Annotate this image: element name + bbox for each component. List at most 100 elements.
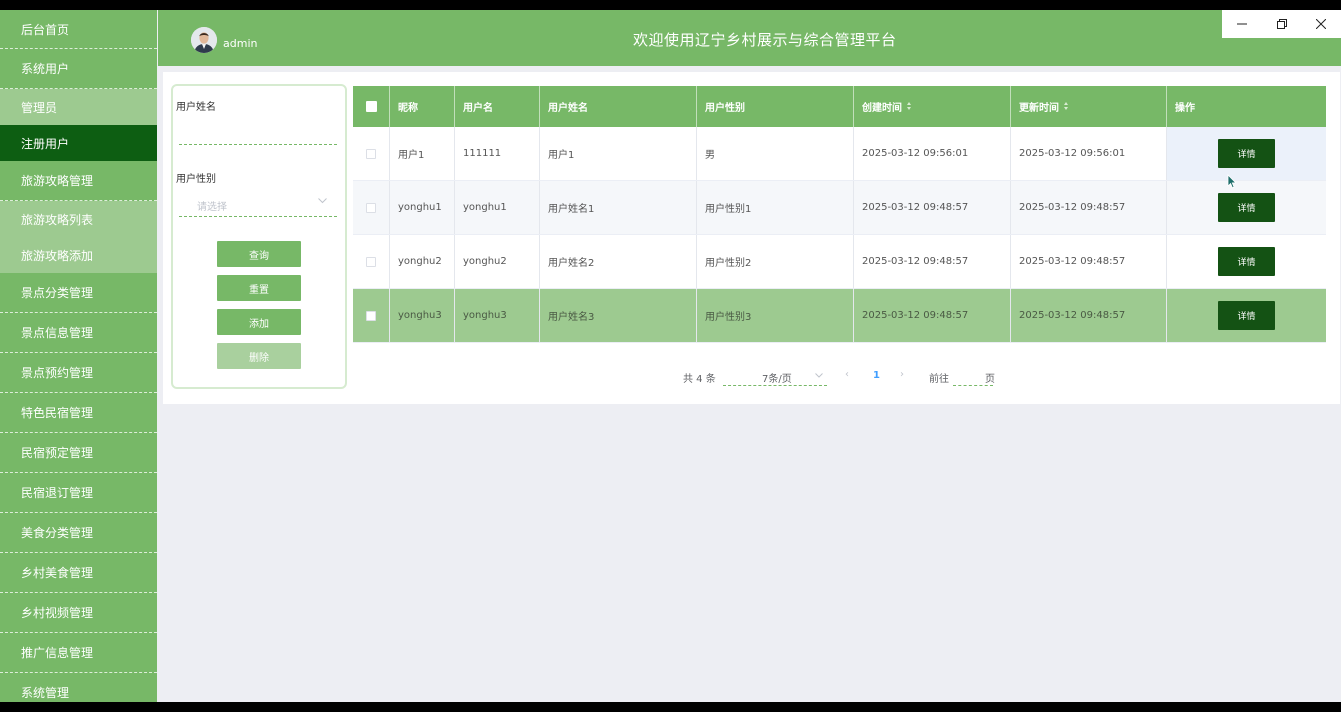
sidebar-item-homestay-cancel[interactable]: 民宿退订管理: [0, 473, 157, 513]
row-checkbox[interactable]: [366, 256, 376, 267]
sidebar-item-label: 特色民宿管理: [21, 406, 94, 420]
sidebar-item-scenic-booking[interactable]: 景点预约管理: [0, 353, 157, 393]
chevron-down-icon: [815, 373, 823, 378]
page-number[interactable]: 1: [873, 370, 880, 381]
row-checkbox[interactable]: [366, 148, 376, 159]
app-screen: 后台首页 系统用户 管理员 注册用户 旅游攻略管理 旅游攻略列表 旅游攻略添加 …: [0, 10, 1341, 702]
gender-select[interactable]: [179, 216, 337, 217]
col-actions: 操作: [1175, 103, 1195, 114]
sidebar-item-label: 乡村视频管理: [21, 606, 94, 620]
sidebar-item-label: 景点分类管理: [21, 286, 94, 300]
sidebar-item-homestay[interactable]: 特色民宿管理: [0, 393, 157, 433]
close-icon[interactable]: [1301, 10, 1341, 38]
main-content: 用户姓名 用户性别 请选择 查询 重置 添加 删除 昵称 用户名 用户姓名 用户…: [163, 72, 1340, 404]
row-select-cell: [353, 181, 390, 234]
next-page-icon[interactable]: ›: [900, 369, 904, 380]
row-select-cell: [353, 289, 390, 342]
top-header: admin 欢迎使用辽宁乡村展示与综合管理平台: [158, 10, 1341, 66]
cell-actions: 详情: [1167, 127, 1326, 180]
avatar[interactable]: [191, 27, 217, 53]
row-checkbox[interactable]: [366, 310, 376, 321]
cell-username: 111111: [455, 127, 540, 180]
table-row: 用户1 111111 用户1 男 2025-03-12 09:56:01 202…: [353, 127, 1326, 181]
table-row: yonghu3 yonghu3 用户姓名3 用户性别3 2025-03-12 0…: [353, 289, 1326, 343]
cell-gender: 男: [697, 127, 854, 180]
cell-realname: 用户姓名1: [540, 181, 697, 234]
sidebar-item-home[interactable]: 后台首页: [0, 10, 157, 49]
col-updated[interactable]: 更新时间: [1011, 86, 1167, 127]
cell-nickname: yonghu1: [390, 181, 455, 234]
detail-button[interactable]: 详情: [1218, 193, 1275, 222]
cell-gender: 用户性别2: [697, 235, 854, 288]
pagination-total: 共 4 条: [683, 374, 716, 385]
name-field[interactable]: [179, 144, 337, 145]
query-button[interactable]: 查询: [217, 241, 301, 267]
gender-select-placeholder: 请选择: [197, 202, 227, 213]
add-button[interactable]: 添加: [217, 309, 301, 335]
row-select-cell: [353, 235, 390, 288]
pagination: 共 4 条 7条/页 ‹ 1 › 前往 页: [163, 368, 1340, 388]
table-row: yonghu2 yonghu2 用户姓名2 用户性别2 2025-03-12 0…: [353, 235, 1326, 289]
prev-page-icon[interactable]: ‹: [845, 369, 849, 380]
sidebar: 后台首页 系统用户 管理员 注册用户 旅游攻略管理 旅游攻略列表 旅游攻略添加 …: [0, 10, 157, 702]
sidebar-item-label: 系统用户: [21, 62, 70, 76]
cell-updated: 2025-03-12 09:48:57: [1011, 289, 1167, 342]
minimize-icon[interactable]: [1222, 10, 1262, 38]
sidebar-item-label: 旅游攻略管理: [21, 174, 94, 188]
cell-actions: 详情: [1167, 289, 1326, 342]
row-checkbox[interactable]: [366, 202, 376, 213]
sidebar-item-label: 民宿预定管理: [21, 446, 94, 460]
cell-realname: 用户姓名2: [540, 235, 697, 288]
window-controls: [1222, 10, 1341, 38]
detail-button[interactable]: 详情: [1218, 139, 1275, 168]
sort-icon[interactable]: [1063, 101, 1070, 112]
cell-created: 2025-03-12 09:48:57: [854, 289, 1011, 342]
sidebar-item-label: 旅游攻略列表: [21, 212, 94, 227]
cell-actions: 详情: [1167, 181, 1326, 234]
cell-nickname: yonghu2: [390, 235, 455, 288]
cell-updated: 2025-03-12 09:48:57: [1011, 235, 1167, 288]
sidebar-item-village-video[interactable]: 乡村视频管理: [0, 593, 157, 633]
table-header-row: 昵称 用户名 用户姓名 用户性别 创建时间 更新时间 操作: [353, 86, 1326, 127]
page-size-select[interactable]: 7条/页: [723, 368, 827, 386]
sidebar-item-homestay-booking[interactable]: 民宿预定管理: [0, 433, 157, 473]
sidebar-item-promotion[interactable]: 推广信息管理: [0, 633, 157, 673]
cell-created: 2025-03-12 09:48:57: [854, 181, 1011, 234]
sidebar-item-travel-guide-add[interactable]: 旅游攻略添加: [0, 237, 157, 273]
detail-button[interactable]: 详情: [1218, 247, 1275, 276]
sort-icon[interactable]: [906, 101, 913, 112]
delete-button[interactable]: 删除: [217, 343, 301, 369]
cell-created: 2025-03-12 09:48:57: [854, 235, 1011, 288]
col-nickname: 昵称: [390, 86, 455, 127]
select-all-checkbox[interactable]: [365, 101, 377, 112]
col-created[interactable]: 创建时间: [854, 86, 1011, 127]
cell-actions: 详情: [1167, 235, 1326, 288]
cell-realname: 用户1: [540, 127, 697, 180]
sidebar-item-scenic-info[interactable]: 景点信息管理: [0, 313, 157, 353]
sidebar-item-travel-guide[interactable]: 旅游攻略管理: [0, 161, 157, 201]
sidebar-item-food-category[interactable]: 美食分类管理: [0, 513, 157, 553]
cell-username: yonghu2: [455, 235, 540, 288]
detail-button[interactable]: 详情: [1218, 301, 1275, 330]
sidebar-item-admins[interactable]: 管理员: [0, 89, 157, 125]
sidebar-item-system-settings[interactable]: 系统管理: [0, 673, 157, 702]
page-title: 欢迎使用辽宁乡村展示与综合管理平台: [633, 31, 897, 49]
sidebar-item-label: 注册用户: [21, 136, 70, 151]
sidebar-item-label: 民宿退订管理: [21, 486, 94, 500]
sidebar-item-travel-guide-list[interactable]: 旅游攻略列表: [0, 201, 157, 237]
gender-field-label: 用户性别: [176, 174, 216, 185]
sidebar-item-label: 后台首页: [21, 22, 70, 37]
row-select-cell: [353, 127, 390, 180]
sidebar-item-registered-users[interactable]: 注册用户: [0, 125, 157, 161]
reset-button[interactable]: 重置: [217, 275, 301, 301]
restore-icon[interactable]: [1262, 10, 1302, 38]
sidebar-item-scenic-category[interactable]: 景点分类管理: [0, 273, 157, 313]
sidebar-item-system-users[interactable]: 系统用户: [0, 49, 157, 89]
admin-username[interactable]: admin: [223, 37, 257, 50]
chevron-down-icon: [318, 198, 327, 204]
goto-label: 前往: [929, 374, 949, 385]
sidebar-item-village-food[interactable]: 乡村美食管理: [0, 553, 157, 593]
sidebar-item-label: 美食分类管理: [21, 526, 94, 540]
cell-nickname: yonghu3: [390, 289, 455, 342]
sidebar-item-label: 推广信息管理: [21, 646, 94, 660]
